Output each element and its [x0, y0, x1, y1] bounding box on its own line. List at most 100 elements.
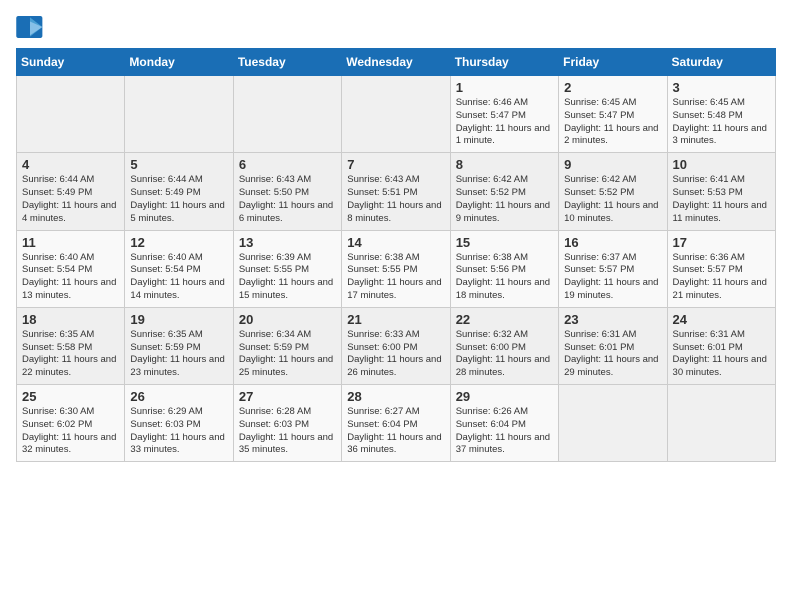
- day-info: Sunrise: 6:36 AMSunset: 5:57 PMDaylight:…: [673, 252, 770, 303]
- day-info: Sunrise: 6:35 AMSunset: 5:58 PMDaylight:…: [22, 329, 119, 380]
- calendar-header-row: SundayMondayTuesdayWednesdayThursdayFrid…: [17, 49, 776, 76]
- day-info: Sunrise: 6:31 AMSunset: 6:01 PMDaylight:…: [673, 329, 770, 380]
- calendar-week-2: 4 Sunrise: 6:44 AMSunset: 5:49 PMDaylight…: [17, 153, 776, 230]
- calendar-header-saturday: Saturday: [667, 49, 775, 76]
- calendar-header-monday: Monday: [125, 49, 233, 76]
- day-number: 16: [564, 235, 661, 250]
- calendar-cell: [559, 385, 667, 462]
- day-info: Sunrise: 6:37 AMSunset: 5:57 PMDaylight:…: [564, 252, 661, 303]
- calendar-cell: 13 Sunrise: 6:39 AMSunset: 5:55 PMDayligh…: [233, 230, 341, 307]
- day-number: 8: [456, 157, 553, 172]
- day-info: Sunrise: 6:46 AMSunset: 5:47 PMDaylight:…: [456, 97, 553, 148]
- day-info: Sunrise: 6:35 AMSunset: 5:59 PMDaylight:…: [130, 329, 227, 380]
- day-number: 5: [130, 157, 227, 172]
- day-number: 19: [130, 312, 227, 327]
- logo-icon: [16, 16, 44, 38]
- day-info: Sunrise: 6:33 AMSunset: 6:00 PMDaylight:…: [347, 329, 444, 380]
- calendar-cell: 1 Sunrise: 6:46 AMSunset: 5:47 PMDaylight…: [450, 76, 558, 153]
- calendar-cell: 20 Sunrise: 6:34 AMSunset: 5:59 PMDayligh…: [233, 307, 341, 384]
- day-info: Sunrise: 6:32 AMSunset: 6:00 PMDaylight:…: [456, 329, 553, 380]
- day-number: 6: [239, 157, 336, 172]
- day-number: 28: [347, 389, 444, 404]
- day-number: 10: [673, 157, 770, 172]
- day-info: Sunrise: 6:38 AMSunset: 5:55 PMDaylight:…: [347, 252, 444, 303]
- day-number: 26: [130, 389, 227, 404]
- day-info: Sunrise: 6:45 AMSunset: 5:48 PMDaylight:…: [673, 97, 770, 148]
- day-number: 4: [22, 157, 119, 172]
- calendar-cell: 6 Sunrise: 6:43 AMSunset: 5:50 PMDaylight…: [233, 153, 341, 230]
- day-info: Sunrise: 6:30 AMSunset: 6:02 PMDaylight:…: [22, 406, 119, 457]
- day-info: Sunrise: 6:27 AMSunset: 6:04 PMDaylight:…: [347, 406, 444, 457]
- calendar-cell: 26 Sunrise: 6:29 AMSunset: 6:03 PMDayligh…: [125, 385, 233, 462]
- calendar-cell: 10 Sunrise: 6:41 AMSunset: 5:53 PMDayligh…: [667, 153, 775, 230]
- calendar-header-tuesday: Tuesday: [233, 49, 341, 76]
- day-info: Sunrise: 6:29 AMSunset: 6:03 PMDaylight:…: [130, 406, 227, 457]
- calendar-cell: 22 Sunrise: 6:32 AMSunset: 6:00 PMDayligh…: [450, 307, 558, 384]
- calendar-week-4: 18 Sunrise: 6:35 AMSunset: 5:58 PMDayligh…: [17, 307, 776, 384]
- day-number: 27: [239, 389, 336, 404]
- calendar-header-friday: Friday: [559, 49, 667, 76]
- day-number: 24: [673, 312, 770, 327]
- day-number: 11: [22, 235, 119, 250]
- day-info: Sunrise: 6:41 AMSunset: 5:53 PMDaylight:…: [673, 174, 770, 225]
- calendar-cell: 23 Sunrise: 6:31 AMSunset: 6:01 PMDayligh…: [559, 307, 667, 384]
- calendar-header-wednesday: Wednesday: [342, 49, 450, 76]
- day-number: 7: [347, 157, 444, 172]
- calendar-cell: 5 Sunrise: 6:44 AMSunset: 5:49 PMDaylight…: [125, 153, 233, 230]
- calendar-cell: 29Sunrise: 6:26 AMSunset: 6:04 PMDayligh…: [450, 385, 558, 462]
- day-info: Sunrise: 6:43 AMSunset: 5:51 PMDaylight:…: [347, 174, 444, 225]
- calendar-cell: 12Sunrise: 6:40 AMSunset: 5:54 PMDayligh…: [125, 230, 233, 307]
- day-number: 21: [347, 312, 444, 327]
- day-info: Sunrise: 6:40 AMSunset: 5:54 PMDaylight:…: [130, 252, 227, 303]
- day-info: Sunrise: 6:44 AMSunset: 5:49 PMDaylight:…: [130, 174, 227, 225]
- day-number: 9: [564, 157, 661, 172]
- day-info: Sunrise: 6:28 AMSunset: 6:03 PMDaylight:…: [239, 406, 336, 457]
- day-number: 23: [564, 312, 661, 327]
- day-number: 18: [22, 312, 119, 327]
- calendar-cell: [667, 385, 775, 462]
- calendar-cell: 7 Sunrise: 6:43 AMSunset: 5:51 PMDaylight…: [342, 153, 450, 230]
- calendar-header-thursday: Thursday: [450, 49, 558, 76]
- calendar-cell: [17, 76, 125, 153]
- day-info: Sunrise: 6:45 AMSunset: 5:47 PMDaylight:…: [564, 97, 661, 148]
- calendar-cell: 27 Sunrise: 6:28 AMSunset: 6:03 PMDayligh…: [233, 385, 341, 462]
- day-number: 25: [22, 389, 119, 404]
- calendar-cell: 15Sunrise: 6:38 AMSunset: 5:56 PMDayligh…: [450, 230, 558, 307]
- header: [16, 16, 776, 38]
- day-info: Sunrise: 6:38 AMSunset: 5:56 PMDaylight:…: [456, 252, 553, 303]
- day-number: 29: [456, 389, 553, 404]
- day-number: 22: [456, 312, 553, 327]
- day-info: Sunrise: 6:31 AMSunset: 6:01 PMDaylight:…: [564, 329, 661, 380]
- calendar-week-3: 11 Sunrise: 6:40 AMSunset: 5:54 PMDayligh…: [17, 230, 776, 307]
- day-number: 3: [673, 80, 770, 95]
- day-number: 13: [239, 235, 336, 250]
- calendar-cell: 14 Sunrise: 6:38 AMSunset: 5:55 PMDayligh…: [342, 230, 450, 307]
- calendar-cell: 28 Sunrise: 6:27 AMSunset: 6:04 PMDayligh…: [342, 385, 450, 462]
- calendar-cell: 2Sunrise: 6:45 AMSunset: 5:47 PMDaylight…: [559, 76, 667, 153]
- day-info: Sunrise: 6:42 AMSunset: 5:52 PMDaylight:…: [564, 174, 661, 225]
- day-number: 14: [347, 235, 444, 250]
- day-number: 1: [456, 80, 553, 95]
- day-number: 20: [239, 312, 336, 327]
- day-info: Sunrise: 6:42 AMSunset: 5:52 PMDaylight:…: [456, 174, 553, 225]
- calendar-cell: 25 Sunrise: 6:30 AMSunset: 6:02 PMDayligh…: [17, 385, 125, 462]
- day-info: Sunrise: 6:43 AMSunset: 5:50 PMDaylight:…: [239, 174, 336, 225]
- calendar-cell: 4 Sunrise: 6:44 AMSunset: 5:49 PMDaylight…: [17, 153, 125, 230]
- day-number: 17: [673, 235, 770, 250]
- calendar-cell: 17 Sunrise: 6:36 AMSunset: 5:57 PMDayligh…: [667, 230, 775, 307]
- day-info: Sunrise: 6:40 AMSunset: 5:54 PMDaylight:…: [22, 252, 119, 303]
- day-info: Sunrise: 6:39 AMSunset: 5:55 PMDaylight:…: [239, 252, 336, 303]
- calendar-table: SundayMondayTuesdayWednesdayThursdayFrid…: [16, 48, 776, 462]
- day-info: Sunrise: 6:34 AMSunset: 5:59 PMDaylight:…: [239, 329, 336, 380]
- calendar-cell: [233, 76, 341, 153]
- day-info: Sunrise: 6:44 AMSunset: 5:49 PMDaylight:…: [22, 174, 119, 225]
- calendar-cell: [125, 76, 233, 153]
- calendar-cell: 8 Sunrise: 6:42 AMSunset: 5:52 PMDaylight…: [450, 153, 558, 230]
- calendar-cell: 18 Sunrise: 6:35 AMSunset: 5:58 PMDayligh…: [17, 307, 125, 384]
- calendar-cell: 11 Sunrise: 6:40 AMSunset: 5:54 PMDayligh…: [17, 230, 125, 307]
- calendar-cell: 21 Sunrise: 6:33 AMSunset: 6:00 PMDayligh…: [342, 307, 450, 384]
- calendar-cell: 19 Sunrise: 6:35 AMSunset: 5:59 PMDayligh…: [125, 307, 233, 384]
- calendar-week-5: 25 Sunrise: 6:30 AMSunset: 6:02 PMDayligh…: [17, 385, 776, 462]
- calendar-week-1: 1 Sunrise: 6:46 AMSunset: 5:47 PMDaylight…: [17, 76, 776, 153]
- calendar-header-sunday: Sunday: [17, 49, 125, 76]
